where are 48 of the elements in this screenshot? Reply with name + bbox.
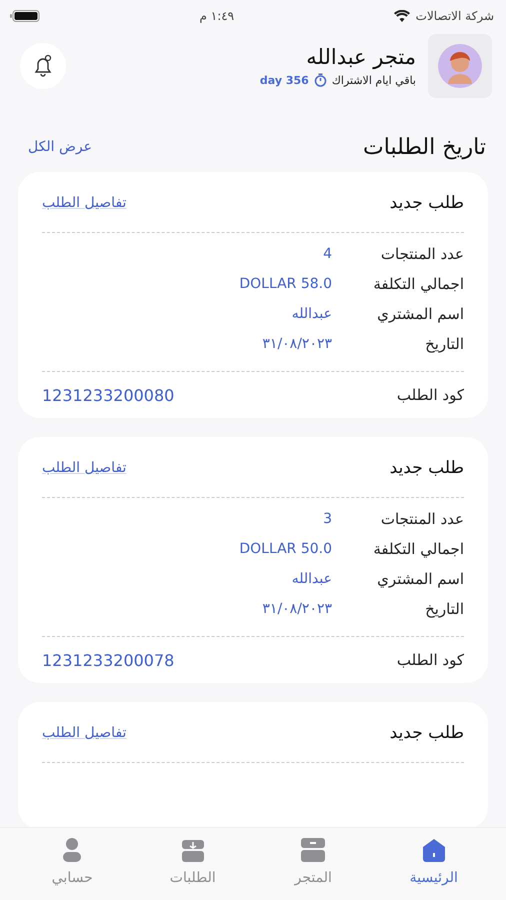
box-icon — [180, 838, 205, 862]
order-details-link[interactable]: تفاصيل الطلب — [42, 725, 126, 741]
view-all-link[interactable]: عرض الكل — [28, 139, 92, 155]
subscription-label: باقي ايام الاشتراك — [332, 74, 416, 86]
nav-tab[interactable]: الرئيسية — [384, 828, 484, 900]
bell-icon — [32, 54, 54, 78]
order-status: طلب جديد — [390, 193, 464, 213]
battery-icon — [10, 10, 40, 22]
field-value: عبدالله — [292, 306, 332, 322]
field-value: DOLLAR 58.0 — [239, 276, 332, 292]
order-code-label: كود الطلب — [396, 386, 464, 404]
field-label: اسم المشتري — [376, 570, 464, 588]
order-status: طلب جديد — [390, 723, 464, 743]
order-code: 1231233200078 — [42, 650, 174, 670]
field-label: التاريخ — [424, 600, 464, 618]
field-value: 3 — [323, 511, 332, 527]
field-value: DOLLAR 50.0 — [239, 541, 332, 557]
section-title: تاريخ الطلبات — [363, 134, 486, 160]
field-label: اسم المشتري — [376, 305, 464, 323]
person-icon — [62, 838, 82, 862]
order-details-link[interactable]: تفاصيل الطلب — [42, 195, 126, 211]
carrier-name: شركة الاتصالات — [416, 9, 494, 23]
avatar-tile[interactable] — [428, 34, 492, 98]
nav-tab[interactable]: حسابي — [22, 828, 122, 900]
order-code: 1231233200080 — [42, 386, 174, 404]
days-left: day 356 — [260, 74, 309, 86]
nav-tab[interactable]: المتجر — [263, 828, 364, 900]
wifi-icon — [394, 10, 410, 22]
store-icon — [300, 838, 326, 862]
field-value: ٣١/٠٨/٢٠٢٣ — [262, 601, 332, 617]
order-details-link[interactable]: تفاصيل الطلب — [42, 460, 126, 476]
field-value: 4 — [323, 246, 332, 262]
field-label: التاريخ — [424, 335, 464, 353]
field-value: ٣١/٠٨/٢٠٢٣ — [262, 336, 332, 352]
order-status: طلب جديد — [390, 458, 464, 478]
order-code-label: كود الطلب — [396, 651, 464, 669]
field-label: عدد المنتجات — [380, 245, 464, 263]
clock: ١:٤٩ م — [200, 9, 234, 23]
field-label: اجمالي التكلفة — [372, 275, 464, 293]
field-label: اجمالي التكلفة — [372, 540, 464, 558]
field-label: عدد المنتجات — [380, 510, 464, 528]
avatar-icon — [438, 44, 482, 88]
nav-tab[interactable]: الطلبات — [142, 828, 243, 900]
notifications-button[interactable] — [20, 43, 66, 89]
store-name: متجر عبدالله — [305, 45, 416, 69]
field-value: عبدالله — [292, 571, 332, 587]
home-icon — [420, 838, 447, 862]
timer-icon — [314, 73, 327, 87]
